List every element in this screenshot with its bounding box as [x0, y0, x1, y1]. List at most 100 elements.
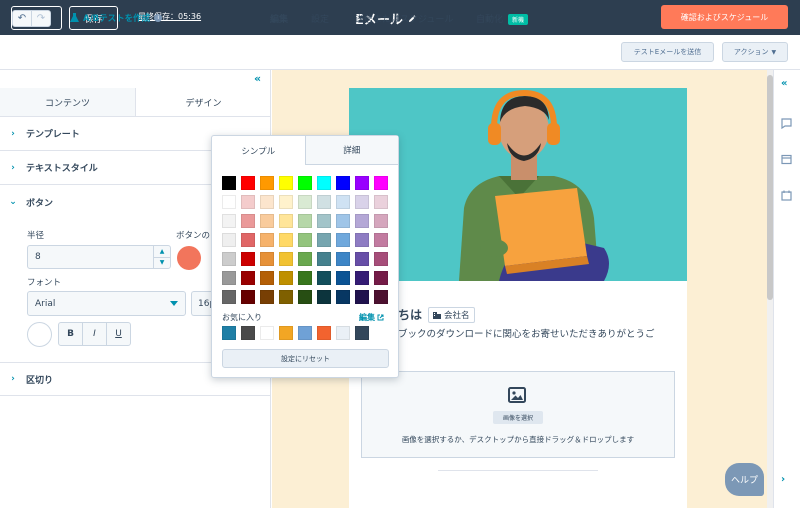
- color-swatch[interactable]: [317, 271, 331, 285]
- color-swatch[interactable]: [298, 252, 312, 266]
- color-swatch[interactable]: [355, 271, 369, 285]
- select-image-button[interactable]: 画像を選択: [493, 411, 543, 424]
- color-swatch[interactable]: [279, 271, 293, 285]
- company-name-token[interactable]: 会社名: [428, 306, 475, 323]
- color-swatch[interactable]: [374, 271, 388, 285]
- favorite-color-swatch[interactable]: [298, 326, 312, 340]
- color-swatch[interactable]: [374, 290, 388, 304]
- chevron-right-icon[interactable]: ›: [781, 474, 792, 485]
- color-swatch[interactable]: [336, 195, 350, 209]
- undo-icon[interactable]: ↶: [13, 11, 31, 26]
- bold-button[interactable]: B: [59, 323, 82, 345]
- decrement-icon[interactable]: ▼: [154, 256, 170, 269]
- color-swatch[interactable]: [241, 271, 255, 285]
- italic-button[interactable]: I: [82, 323, 106, 345]
- color-swatch[interactable]: [260, 252, 274, 266]
- preview-icon[interactable]: [781, 154, 792, 165]
- color-swatch[interactable]: [279, 195, 293, 209]
- color-swatch[interactable]: [336, 252, 350, 266]
- color-swatch[interactable]: [260, 290, 274, 304]
- color-swatch[interactable]: [317, 290, 331, 304]
- color-swatch[interactable]: [241, 290, 255, 304]
- color-swatch[interactable]: [279, 233, 293, 247]
- underline-button[interactable]: U: [106, 323, 130, 345]
- tab-design[interactable]: デザイン: [136, 88, 271, 116]
- color-swatch[interactable]: [355, 214, 369, 228]
- color-swatch[interactable]: [374, 233, 388, 247]
- color-swatch[interactable]: [374, 214, 388, 228]
- color-swatch[interactable]: [317, 252, 331, 266]
- color-swatch[interactable]: [241, 214, 255, 228]
- color-swatch[interactable]: [222, 233, 236, 247]
- color-swatch[interactable]: [336, 214, 350, 228]
- color-swatch[interactable]: [298, 271, 312, 285]
- color-swatch[interactable]: [260, 195, 274, 209]
- actions-dropdown[interactable]: アクション ▼: [722, 42, 788, 62]
- comment-icon[interactable]: [781, 118, 792, 129]
- color-swatch[interactable]: [374, 176, 388, 190]
- font-family-select[interactable]: Arial: [27, 291, 186, 316]
- review-and-schedule-button[interactable]: 確認およびスケジュール: [661, 5, 788, 29]
- color-swatch[interactable]: [260, 214, 274, 228]
- reset-to-default-button[interactable]: 設定にリセット: [222, 349, 389, 368]
- tab-automation[interactable]: 自動化 新機: [476, 12, 529, 25]
- favorite-color-swatch[interactable]: [317, 326, 331, 340]
- color-swatch[interactable]: [298, 233, 312, 247]
- ab-test-button[interactable]: A/Bテストを作成 i: [70, 12, 163, 24]
- color-swatch[interactable]: [355, 252, 369, 266]
- color-swatch[interactable]: [298, 176, 312, 190]
- expand-rail-icon[interactable]: «: [781, 78, 792, 89]
- body-text[interactable]: ブックのダウンロードに関心をお寄せいただきありがとうご: [398, 326, 655, 340]
- color-swatch[interactable]: [222, 195, 236, 209]
- color-swatch[interactable]: [222, 290, 236, 304]
- color-swatch[interactable]: [241, 176, 255, 190]
- increment-icon[interactable]: ▲: [154, 246, 170, 257]
- radius-input[interactable]: 8 ▲ ▼: [27, 245, 171, 269]
- color-swatch[interactable]: [355, 176, 369, 190]
- color-swatch[interactable]: [317, 176, 331, 190]
- color-swatch[interactable]: [298, 195, 312, 209]
- color-swatch[interactable]: [317, 195, 331, 209]
- color-swatch[interactable]: [336, 290, 350, 304]
- calendar-icon[interactable]: [781, 190, 792, 201]
- favorite-color-swatch[interactable]: [355, 326, 369, 340]
- tab-simple[interactable]: シンプル: [212, 136, 305, 165]
- color-swatch[interactable]: [355, 290, 369, 304]
- tab-edit[interactable]: 編集: [270, 12, 288, 25]
- button-color-swatch[interactable]: [177, 246, 201, 270]
- color-swatch[interactable]: [298, 214, 312, 228]
- color-swatch[interactable]: [222, 271, 236, 285]
- color-swatch[interactable]: [279, 214, 293, 228]
- hero-image[interactable]: [349, 88, 687, 281]
- color-swatch[interactable]: [336, 176, 350, 190]
- color-swatch[interactable]: [279, 176, 293, 190]
- color-swatch[interactable]: [222, 176, 236, 190]
- favorite-color-swatch[interactable]: [279, 326, 293, 340]
- color-swatch[interactable]: [260, 176, 274, 190]
- info-icon[interactable]: i: [154, 14, 163, 22]
- color-swatch[interactable]: [336, 271, 350, 285]
- tab-settings[interactable]: 設定: [311, 12, 329, 25]
- redo-icon[interactable]: ↷: [31, 11, 50, 26]
- color-swatch[interactable]: [279, 290, 293, 304]
- color-swatch[interactable]: [355, 233, 369, 247]
- favorite-color-swatch[interactable]: [336, 326, 350, 340]
- color-swatch[interactable]: [355, 195, 369, 209]
- favorite-color-swatch[interactable]: [241, 326, 255, 340]
- edit-favorites-link[interactable]: 編集: [359, 312, 384, 323]
- color-swatch[interactable]: [336, 233, 350, 247]
- color-swatch[interactable]: [317, 233, 331, 247]
- color-swatch[interactable]: [279, 252, 293, 266]
- color-swatch[interactable]: [317, 214, 331, 228]
- radius-stepper[interactable]: ▲ ▼: [153, 246, 170, 268]
- favorite-color-swatch[interactable]: [260, 326, 274, 340]
- tab-contents[interactable]: コンテンツ: [0, 88, 136, 116]
- text-color-swatch[interactable]: [27, 322, 52, 347]
- color-swatch[interactable]: [298, 290, 312, 304]
- favorite-color-swatch[interactable]: [222, 326, 236, 340]
- color-swatch[interactable]: [222, 214, 236, 228]
- send-test-email-button[interactable]: テストEメールを送信: [621, 42, 714, 62]
- color-swatch[interactable]: [241, 233, 255, 247]
- tab-advanced[interactable]: 詳細: [304, 136, 398, 165]
- color-swatch[interactable]: [260, 233, 274, 247]
